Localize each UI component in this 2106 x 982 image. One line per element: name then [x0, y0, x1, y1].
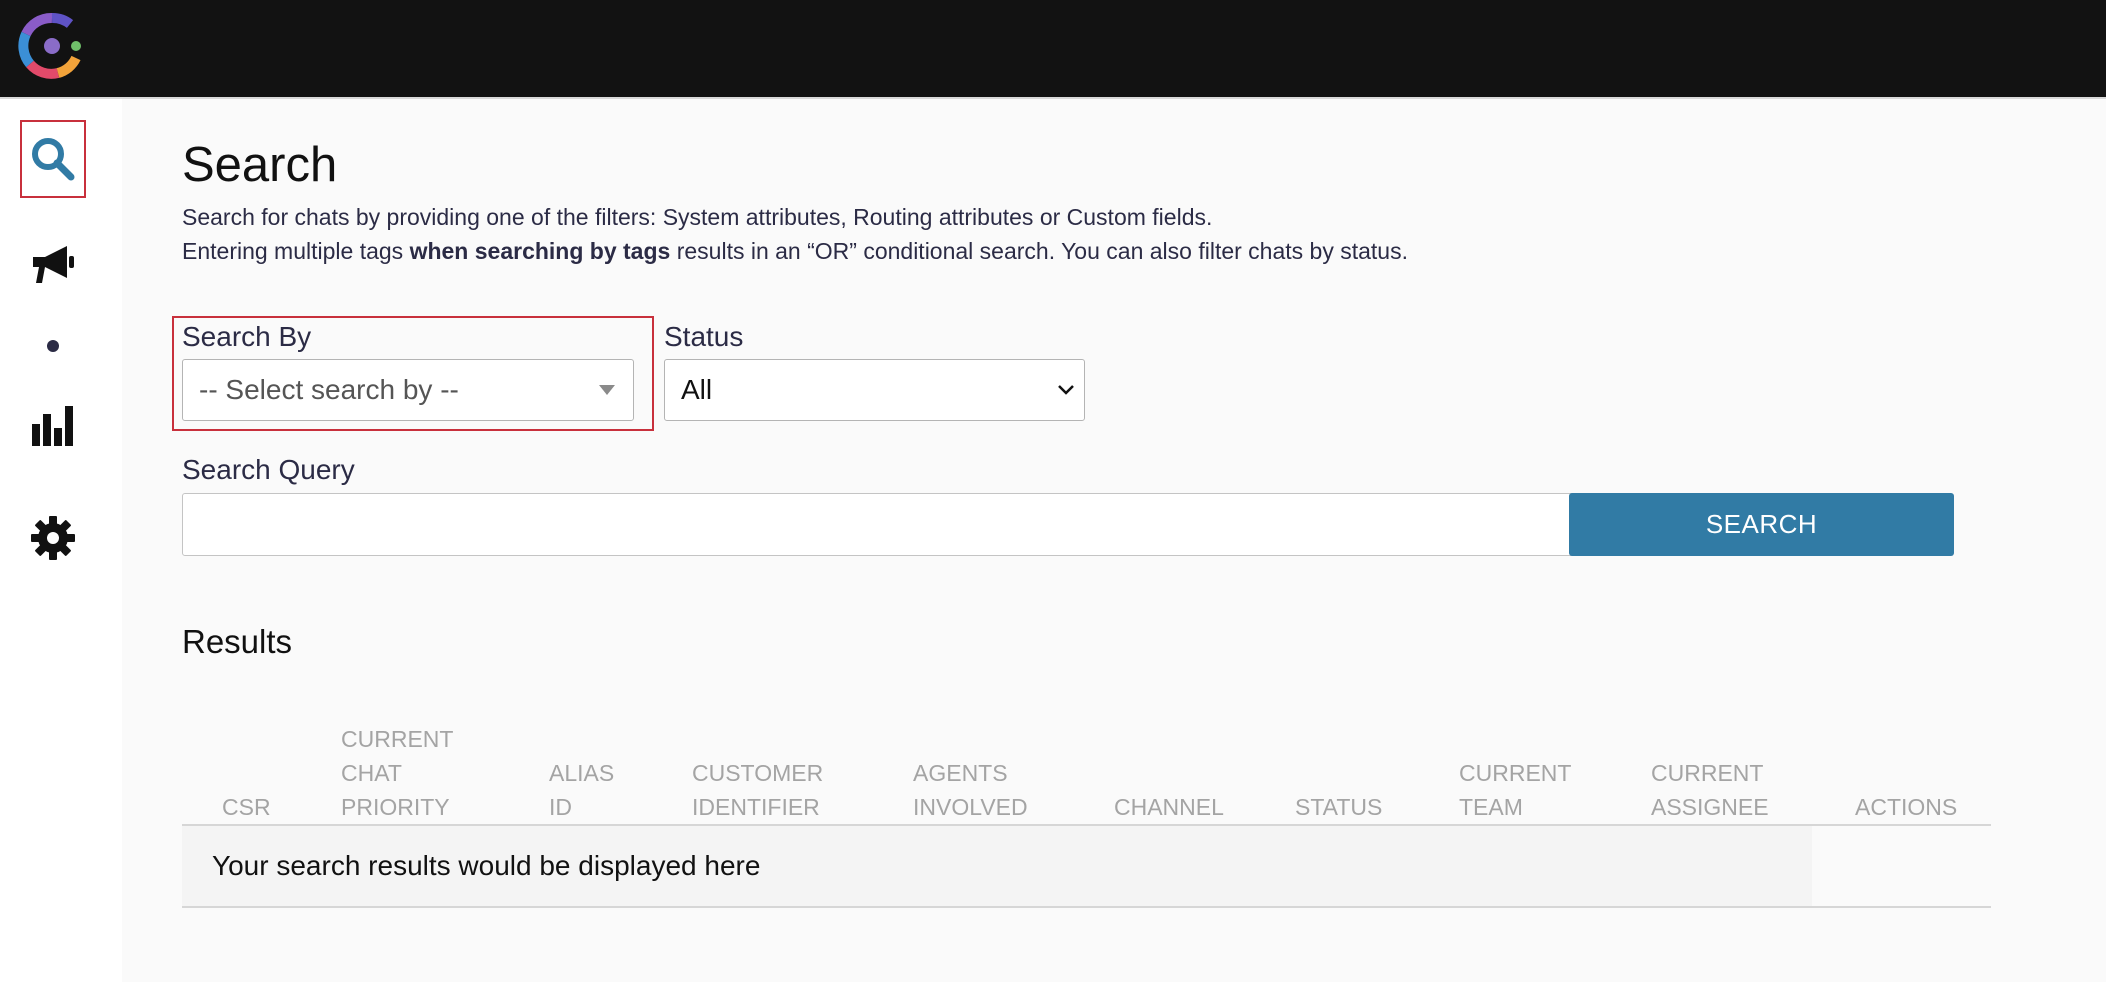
column-header[interactable]: CURRENT TEAM [1459, 756, 1579, 824]
sidebar-item-search[interactable] [20, 120, 86, 198]
column-header[interactable]: CURRENT ASSIGNEE [1651, 756, 1781, 824]
gear-icon [31, 516, 75, 560]
desc-bold-text: when searching by tags [409, 238, 671, 264]
column-header[interactable]: STATUS [1295, 790, 1415, 824]
status-select[interactable]: All [664, 359, 1085, 421]
column-header[interactable]: CSR [222, 790, 302, 824]
empty-results-row: Your search results would be displayed h… [182, 826, 1812, 906]
chevron-down-icon [1058, 385, 1074, 395]
table-bottom-divider [182, 906, 1991, 908]
sidebar [0, 99, 122, 982]
dot-icon [47, 340, 59, 352]
search-by-value: -- Select search by -- [199, 374, 459, 405]
sidebar-item-campaigns[interactable] [20, 226, 86, 304]
search-button[interactable]: SEARCH [1569, 493, 1954, 556]
search-icon [32, 138, 75, 181]
column-header[interactable]: CHANNEL [1114, 790, 1244, 824]
sidebar-item-indicator[interactable] [20, 307, 86, 385]
top-bar [0, 0, 2106, 99]
search-by-select[interactable]: -- Select search by -- [182, 359, 634, 421]
desc-text: Entering multiple tags [182, 238, 410, 264]
column-header[interactable]: CURRENT CHAT PRIORITY [341, 722, 461, 824]
desc-text: results in an “OR” conditional search. Y… [670, 238, 1408, 264]
sidebar-item-reports[interactable] [20, 387, 86, 465]
page-title: Search [182, 138, 338, 192]
sidebar-item-settings[interactable] [20, 499, 86, 577]
page-description: Search for chats by providing one of the… [182, 204, 1213, 230]
column-header[interactable]: AGENTS INVOLVED [913, 756, 1043, 824]
main-content: Search Search for chats by providing one… [122, 99, 2106, 982]
dropdown-caret-icon [599, 385, 615, 395]
search-query-input[interactable] [182, 493, 1660, 556]
column-header[interactable]: ACTIONS [1855, 790, 1985, 824]
bar-chart-icon [32, 406, 73, 446]
results-title: Results [182, 623, 293, 660]
megaphone-icon [33, 246, 74, 283]
column-header[interactable]: CUSTOMER IDENTIFIER [692, 756, 852, 824]
search-by-label: Search By [182, 321, 312, 352]
status-value: All [681, 374, 713, 405]
column-header[interactable]: ALIAS ID [549, 756, 629, 824]
page-description-tags: Entering multiple tags when searching by… [182, 238, 1408, 265]
search-query-label: Search Query [182, 454, 355, 485]
status-label: Status [664, 321, 744, 352]
webex-connect-logo[interactable] [18, 12, 86, 80]
